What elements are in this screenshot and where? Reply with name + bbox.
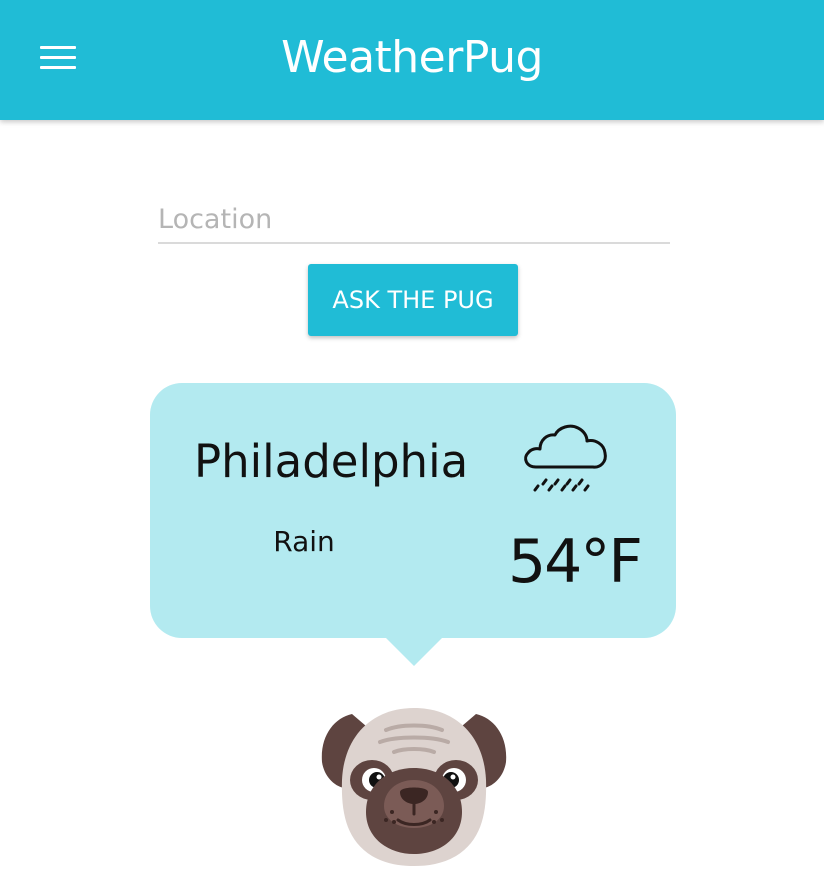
temperature: 54°F bbox=[508, 527, 643, 597]
location-input[interactable] bbox=[158, 196, 670, 244]
pug-icon bbox=[321, 708, 507, 866]
hamburger-menu-icon-line bbox=[40, 46, 76, 49]
city-name: Philadelphia bbox=[194, 435, 469, 488]
cloud-rain-icon bbox=[524, 424, 607, 492]
menu-button[interactable] bbox=[36, 40, 80, 74]
app-bar: WeatherPug bbox=[0, 0, 824, 120]
app-title: WeatherPug bbox=[281, 32, 543, 83]
speech-bubble-tail bbox=[384, 636, 444, 666]
weather-condition: Rain bbox=[273, 525, 335, 558]
ask-the-pug-button[interactable]: ASK THE PUG bbox=[308, 264, 518, 336]
hamburger-menu-icon-line bbox=[40, 56, 76, 59]
hamburger-menu-icon-line bbox=[40, 66, 76, 69]
